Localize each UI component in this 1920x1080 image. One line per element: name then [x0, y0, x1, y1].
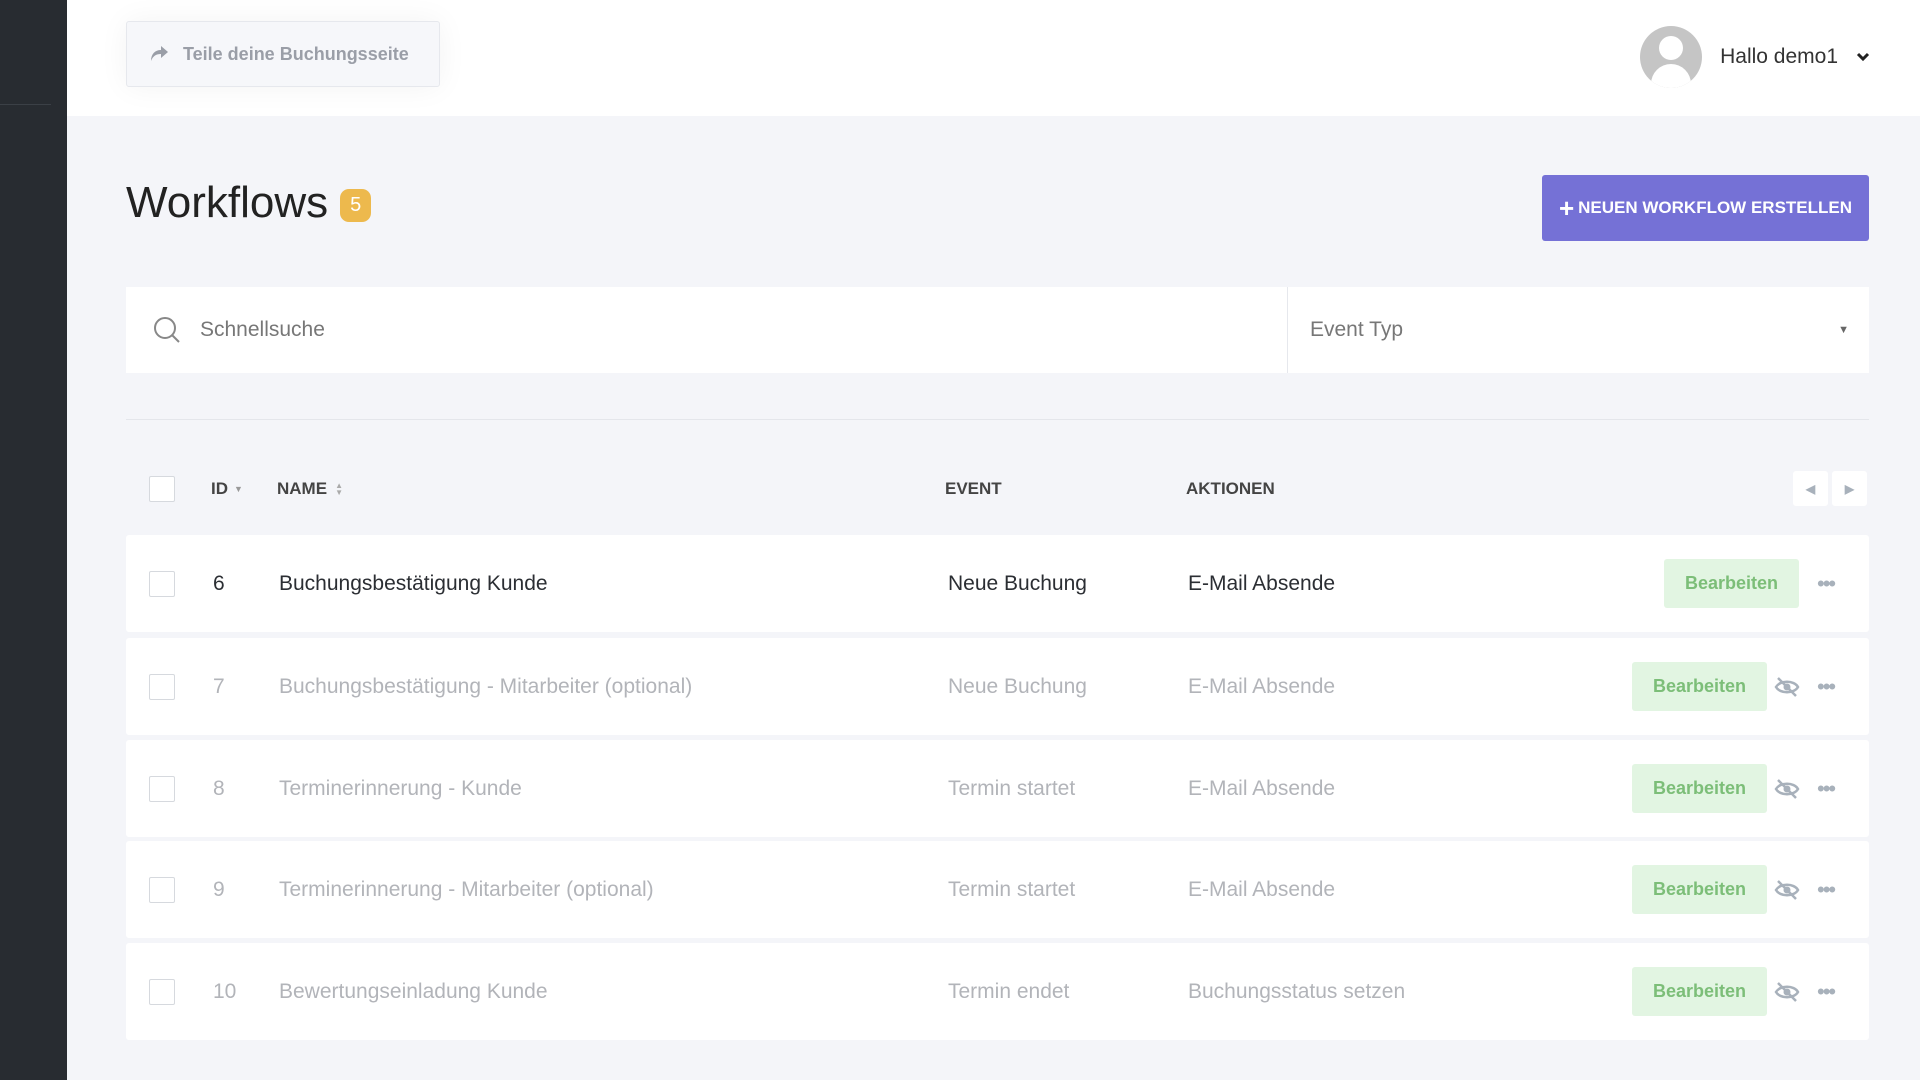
row-id: 10 — [213, 979, 237, 1003]
row-action: Buchungsstatus setzen — [1188, 979, 1406, 1003]
count-badge: 5 — [340, 188, 372, 222]
edit-button[interactable]: Bearbeiten — [1632, 662, 1767, 711]
search-icon — [154, 317, 180, 343]
row-id: 7 — [213, 674, 225, 698]
row-action: E-Mail Absende — [1188, 571, 1336, 595]
table-header: ID ▼ NAME ▲ ▼ EVENT AKTIONEN ◀ ▶ — [126, 470, 1869, 508]
column-event: EVENT — [945, 479, 1002, 498]
select-all-checkbox[interactable] — [149, 476, 175, 502]
chevron-down-icon — [1856, 52, 1870, 62]
event-type-placeholder: Event Typ — [1310, 318, 1404, 341]
table-row: 10 Bewertungseinladung Kunde Termin ende… — [126, 943, 1869, 1040]
row-name[interactable]: Bewertungseinladung Kunde — [279, 943, 548, 1040]
greeting: Hallo demo1 — [1720, 45, 1838, 68]
new-workflow-button[interactable]: + NEUEN WORKFLOW ERSTELLEN — [1542, 175, 1869, 241]
avatar — [1640, 26, 1703, 88]
edit-button[interactable]: Bearbeiten — [1632, 764, 1767, 813]
search-placeholder: Schnellsuche — [200, 318, 325, 341]
row-event: Termin startet — [948, 877, 1076, 901]
edit-button[interactable]: Bearbeiten — [1632, 967, 1767, 1016]
row-event: Termin endet — [948, 979, 1070, 1003]
row-event: Termin startet — [948, 776, 1076, 800]
row-action: E-Mail Absende — [1188, 877, 1336, 901]
user-menu[interactable]: Hallo demo1 — [1640, 26, 1870, 88]
sort-name[interactable]: NAME ▲ ▼ — [277, 470, 343, 508]
table-row: 9 Terminerinnerung - Mitarbeiter (option… — [126, 841, 1869, 938]
page-header: Workflows 5 — [126, 178, 372, 228]
search-input[interactable]: Schnellsuche — [126, 287, 1288, 373]
scroll-right-button[interactable]: ▶ — [1832, 471, 1867, 506]
share-label: Teile deine Buchungsseite — [183, 43, 409, 64]
row-checkbox[interactable] — [149, 978, 175, 1005]
row-action: E-Mail Absende — [1188, 674, 1336, 698]
share-arrow-icon — [151, 46, 168, 61]
row-name[interactable]: Buchungsbestätigung Kunde — [279, 535, 548, 632]
row-event: Neue Buchung — [948, 571, 1087, 595]
more-options-icon[interactable]: ••• — [1817, 535, 1836, 632]
row-id: 9 — [213, 877, 225, 901]
top-bar: Teile deine Buchungsseite Hallo demo1 — [67, 0, 1920, 116]
new-workflow-label: NEUEN WORKFLOW ERSTELLEN — [1578, 198, 1853, 217]
hidden-eye-icon[interactable] — [1774, 638, 1800, 735]
sort-icon: ▲ ▼ — [335, 480, 343, 497]
scroll-left-button[interactable]: ◀ — [1793, 471, 1828, 506]
event-type-select[interactable]: Event Typ ▼ — [1288, 287, 1869, 373]
table-row: 6 Buchungsbestätigung Kunde Neue Buchung… — [126, 535, 1869, 632]
sidebar — [0, 0, 67, 1080]
row-id: 6 — [213, 571, 225, 595]
more-options-icon[interactable]: ••• — [1817, 740, 1836, 837]
column-id: ID — [211, 479, 228, 498]
row-id: 8 — [213, 776, 225, 800]
table-row: 7 Buchungsbestätigung - Mitarbeiter (opt… — [126, 638, 1869, 735]
sidebar-divider — [0, 104, 51, 105]
column-name: NAME — [277, 479, 328, 498]
edit-button[interactable]: Bearbeiten — [1664, 559, 1799, 608]
more-options-icon[interactable]: ••• — [1817, 943, 1836, 1040]
caret-down-icon: ▼ — [1838, 324, 1849, 336]
page-title: Workflows — [126, 178, 329, 227]
row-checkbox[interactable] — [149, 570, 175, 597]
row-event: Neue Buchung — [948, 674, 1087, 698]
more-options-icon[interactable]: ••• — [1817, 841, 1836, 938]
hidden-eye-icon[interactable] — [1774, 740, 1800, 837]
row-checkbox[interactable] — [149, 673, 175, 700]
sort-desc-icon: ▼ — [234, 484, 243, 494]
sort-id[interactable]: ID ▼ — [211, 470, 243, 508]
hidden-eye-icon[interactable] — [1774, 841, 1800, 938]
divider — [126, 419, 1869, 420]
table-row: 8 Terminerinnerung - Kunde Termin starte… — [126, 740, 1869, 837]
hidden-eye-icon[interactable] — [1774, 943, 1800, 1040]
column-actions: AKTIONEN — [1186, 479, 1275, 498]
row-action: E-Mail Absende — [1188, 776, 1336, 800]
caret-right-icon: ▶ — [1844, 481, 1855, 496]
row-checkbox[interactable] — [149, 775, 175, 802]
row-name[interactable]: Terminerinnerung - Kunde — [279, 740, 522, 837]
row-name[interactable]: Buchungsbestätigung - Mitarbeiter (optio… — [279, 638, 692, 735]
row-checkbox[interactable] — [149, 876, 175, 903]
caret-left-icon: ◀ — [1805, 481, 1816, 496]
more-options-icon[interactable]: ••• — [1817, 638, 1836, 735]
filter-bar: Schnellsuche Event Typ ▼ — [126, 287, 1869, 373]
edit-button[interactable]: Bearbeiten — [1632, 865, 1767, 914]
plus-icon: + — [1558, 193, 1575, 223]
row-name[interactable]: Terminerinnerung - Mitarbeiter (optional… — [279, 841, 654, 938]
share-booking-page-button[interactable]: Teile deine Buchungsseite — [126, 21, 440, 87]
